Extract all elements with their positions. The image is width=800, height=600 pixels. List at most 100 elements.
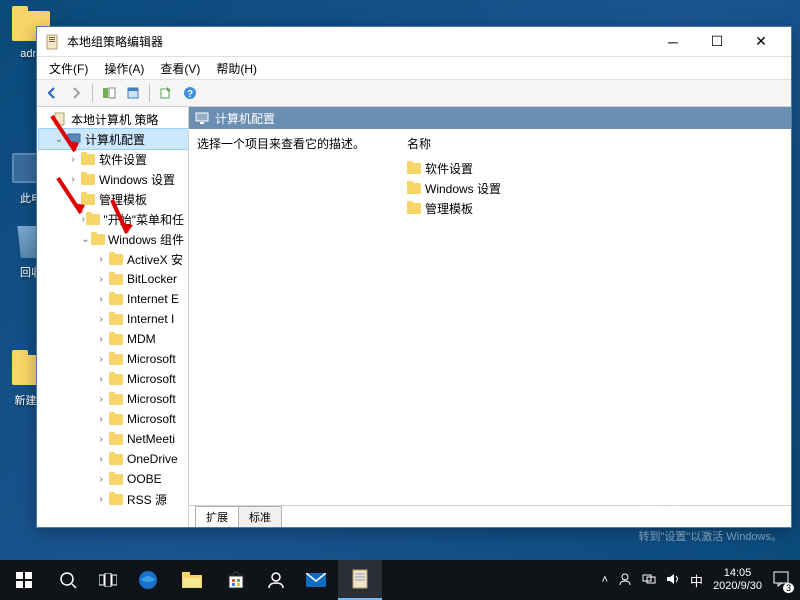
expand-toggle[interactable]: › (67, 154, 79, 165)
tree-item[interactable]: ›Microsoft (39, 409, 188, 429)
start-button[interactable] (2, 560, 46, 600)
expand-toggle[interactable]: › (95, 454, 107, 465)
tray-clock[interactable]: 14:05 2020/9/30 (713, 567, 762, 593)
tree-item[interactable]: ›BitLocker (39, 269, 188, 289)
list-item[interactable]: Windows 设置 (407, 178, 783, 198)
minimize-button[interactable]: ─ (651, 28, 695, 56)
tree-item[interactable]: ›RSS 源 (39, 489, 188, 509)
folder-icon (108, 392, 124, 406)
expand-toggle[interactable]: › (95, 414, 107, 425)
folder-icon (108, 252, 124, 266)
app-policy-icon (45, 34, 61, 50)
expand-toggle[interactable]: › (67, 174, 79, 185)
folder-icon (108, 292, 124, 306)
expand-toggle[interactable]: › (95, 314, 107, 325)
tree-item[interactable]: ›Microsoft (39, 389, 188, 409)
tree-item[interactable]: ›ActiveX 安 (39, 249, 188, 269)
expand-toggle[interactable]: › (95, 394, 107, 405)
expand-toggle[interactable]: ⌄ (81, 234, 90, 245)
tree-start-menu[interactable]: ›"开始"菜单和任 (39, 209, 188, 229)
column-header-name[interactable]: 名称 (407, 135, 783, 152)
tree-pane[interactable]: 本地计算机 策略 ⌄计算机配置 ›软件设置 ›Windows 设置 ⌄管理模板 … (37, 107, 189, 527)
tree-item[interactable]: ›Microsoft (39, 349, 188, 369)
tray-network-icon[interactable] (642, 572, 656, 589)
expand-toggle[interactable]: › (95, 334, 107, 345)
folder-icon (407, 183, 421, 194)
content-area: 本地计算机 策略 ⌄计算机配置 ›软件设置 ›Windows 设置 ⌄管理模板 … (37, 107, 791, 527)
nav-back-button[interactable] (41, 82, 63, 104)
taskbar-file-explorer[interactable] (170, 560, 214, 600)
menu-action[interactable]: 操作(A) (96, 58, 152, 79)
tab-extended[interactable]: 扩展 (195, 506, 239, 527)
expand-toggle[interactable]: › (81, 214, 85, 225)
expand-toggle[interactable]: › (95, 494, 107, 505)
tray-people-icon[interactable] (618, 572, 632, 589)
tray-notifications-button[interactable]: 3 (772, 570, 790, 591)
tree-windows-settings[interactable]: ›Windows 设置 (39, 169, 188, 189)
folder-icon (108, 412, 124, 426)
toolbar-properties-button[interactable] (122, 82, 144, 104)
tree-root[interactable]: 本地计算机 策略 (39, 109, 188, 129)
tree-item[interactable]: ›Microsoft (39, 369, 188, 389)
tree-item[interactable]: ›Internet I (39, 309, 188, 329)
taskbar-store[interactable] (214, 560, 258, 600)
toolbar-show-hide-tree-button[interactable] (98, 82, 120, 104)
nav-forward-button[interactable] (65, 82, 87, 104)
computer-icon (195, 112, 209, 124)
tree-admin-templates[interactable]: ⌄管理模板 (39, 189, 188, 209)
folder-icon (108, 372, 124, 386)
expand-toggle[interactable]: › (95, 354, 107, 365)
folder-icon (86, 212, 100, 226)
folder-icon (108, 432, 124, 446)
toolbar-separator (149, 84, 150, 102)
toolbar-separator (92, 84, 93, 102)
tab-standard[interactable]: 标准 (238, 506, 282, 527)
tray-ime-indicator[interactable]: 中 (690, 571, 703, 590)
list-item[interactable]: 管理模板 (407, 198, 783, 218)
menu-help[interactable]: 帮助(H) (208, 58, 265, 79)
expand-toggle[interactable]: › (95, 434, 107, 445)
expand-toggle[interactable]: › (95, 294, 107, 305)
taskbar-edge[interactable] (126, 560, 170, 600)
menu-view[interactable]: 查看(V) (152, 58, 208, 79)
tree-computer-config[interactable]: ⌄计算机配置 (39, 129, 188, 149)
tray-chevron-up-icon[interactable]: ˄ (602, 574, 608, 586)
titlebar[interactable]: 本地组策略编辑器 ─ ☐ ✕ (37, 27, 791, 57)
tree-windows-components[interactable]: ⌄Windows 组件 (39, 229, 188, 249)
taskbar-notepad-active[interactable] (338, 560, 382, 600)
tree-item[interactable]: ›OneDrive (39, 449, 188, 469)
tree-item[interactable]: ›Internet E (39, 289, 188, 309)
taskbar-mail[interactable] (294, 560, 338, 600)
expand-toggle[interactable]: › (95, 274, 107, 285)
expand-toggle[interactable]: › (95, 374, 107, 385)
folder-icon (80, 152, 96, 166)
detail-pane: 计算机配置 选择一个项目来查看它的描述。 名称 软件设置Windows 设置管理… (189, 107, 791, 527)
expand-toggle[interactable]: ⌄ (53, 134, 65, 145)
tree-item[interactable]: ›MDM (39, 329, 188, 349)
group-policy-editor-window: 本地组策略编辑器 ─ ☐ ✕ 文件(F) 操作(A) 查看(V) 帮助(H) ? (36, 26, 792, 528)
close-button[interactable]: ✕ (739, 28, 783, 56)
toolbar-export-button[interactable] (155, 82, 177, 104)
taskbar[interactable]: ˄ 中 14:05 2020/9/30 3 (0, 560, 800, 600)
expand-toggle[interactable]: ⌄ (67, 194, 79, 205)
folder-icon (108, 472, 124, 486)
toolbar-help-button[interactable]: ? (179, 82, 201, 104)
list-item[interactable]: 软件设置 (407, 158, 783, 178)
folder-icon (108, 452, 124, 466)
tray-volume-icon[interactable] (666, 572, 680, 589)
tree-software-settings[interactable]: ›软件设置 (39, 149, 188, 169)
expand-toggle[interactable]: › (95, 254, 107, 265)
task-view-button[interactable] (90, 560, 126, 600)
taskbar-people[interactable] (258, 560, 294, 600)
folder-icon (108, 352, 124, 366)
search-button[interactable] (46, 560, 90, 600)
menu-file[interactable]: 文件(F) (41, 58, 96, 79)
activation-watermark: 激活 Windows 转到"设置"以激活 Windows。 (639, 499, 783, 544)
window-title: 本地组策略编辑器 (67, 33, 651, 50)
computer-icon (66, 132, 82, 146)
tree-item[interactable]: ›NetMeeti (39, 429, 188, 449)
maximize-button[interactable]: ☐ (695, 28, 739, 56)
tree-item[interactable]: ›OOBE (39, 469, 188, 489)
folder-icon (108, 272, 124, 286)
expand-toggle[interactable]: › (95, 474, 107, 485)
